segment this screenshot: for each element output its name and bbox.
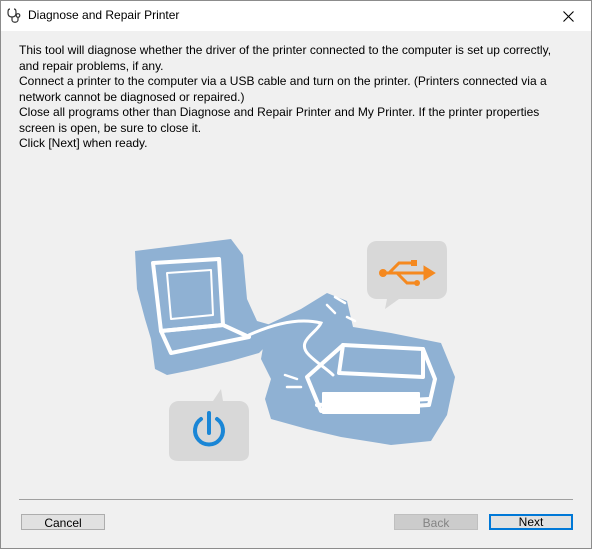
instruction-line: This tool will diagnose whether the driv…: [19, 43, 552, 57]
instruction-line: Close all programs other than Diagnose a…: [19, 105, 540, 119]
title-bar[interactable]: Diagnose and Repair Printer: [1, 1, 591, 31]
printer-blob: [261, 293, 455, 445]
window-title: Diagnose and Repair Printer: [28, 8, 180, 22]
footer-divider: [19, 499, 573, 500]
instruction-line: screen is open, be sure to close it.: [19, 120, 202, 135]
usb-bubble: [367, 241, 447, 309]
close-icon: [562, 10, 574, 22]
power-bubble: [169, 389, 249, 461]
close-button[interactable]: [545, 1, 591, 31]
instruction-line: and repair problems, if any.: [19, 58, 164, 73]
back-button[interactable]: Back: [394, 514, 478, 530]
dialog-window: Diagnose and Repair Printer This tool wi…: [0, 0, 592, 549]
next-button[interactable]: Next: [489, 514, 573, 530]
instruction-line: network cannot be diagnosed or repaired.…: [19, 89, 245, 104]
connection-illustration: [135, 239, 455, 461]
cancel-button[interactable]: Cancel: [21, 514, 105, 530]
instruction-line: Connect a printer to the computer via a …: [19, 74, 547, 88]
stethoscope-icon: [7, 8, 21, 23]
instructions-text: This tool will diagnose whether the driv…: [19, 43, 579, 152]
instruction-line: Click [Next] when ready.: [19, 136, 148, 150]
